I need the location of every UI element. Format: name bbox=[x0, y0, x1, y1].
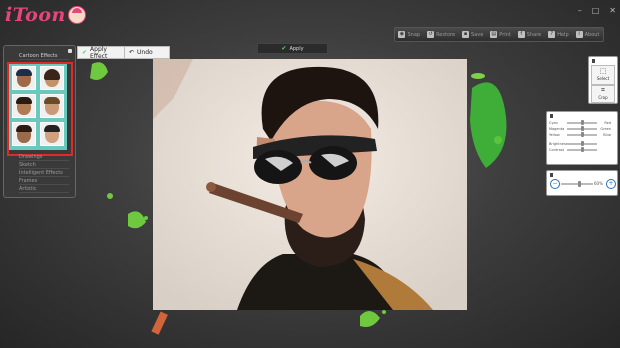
brightness-slider[interactable]: Brightness bbox=[549, 141, 615, 146]
toolbar-label: Save bbox=[471, 31, 484, 38]
color-adjust-panel: Cyan Red Magenta Green Yellow Blue Brigh… bbox=[546, 111, 618, 165]
category-cartoon-effects[interactable]: Cartoon Effects bbox=[19, 53, 69, 60]
slider-left-label: Brightness bbox=[549, 141, 568, 146]
toolbar-label: Snap bbox=[407, 31, 421, 38]
category-artistic[interactable]: Artistic bbox=[19, 186, 69, 193]
slider-knob[interactable] bbox=[580, 120, 584, 125]
print-icon: ▤ bbox=[490, 31, 498, 38]
slider-left-label: Magenta bbox=[549, 126, 565, 131]
crop-tool-button[interactable]: ⌗ Crop bbox=[591, 85, 615, 103]
effect-thumbnail-grid bbox=[9, 64, 67, 150]
toolbar-share-button[interactable]: f Share bbox=[517, 31, 542, 38]
slider-right-label: Red bbox=[604, 120, 611, 125]
close-icon[interactable]: ✕ bbox=[609, 6, 616, 15]
photo-canvas[interactable] bbox=[153, 59, 467, 310]
effect-thumbnail[interactable] bbox=[40, 94, 64, 118]
toolbar-label: About bbox=[584, 31, 600, 38]
app-logo: iToon bbox=[5, 4, 86, 26]
slider-track[interactable] bbox=[567, 141, 597, 146]
camera-icon: ◉ bbox=[398, 31, 406, 38]
slider-track[interactable] bbox=[567, 126, 597, 131]
apply-button[interactable]: ✔ Apply bbox=[257, 43, 328, 54]
crop-label: Crop bbox=[598, 95, 608, 100]
cartoonized-photo bbox=[153, 59, 467, 310]
zoom-slider-knob[interactable] bbox=[578, 181, 581, 187]
help-icon: ? bbox=[548, 31, 556, 38]
logo-face-icon bbox=[67, 6, 86, 24]
select-label: Select bbox=[596, 76, 610, 81]
top-toolbar: ◉ Snap ↺ Restore ▪ Save ▤ Print f Share ? Help… bbox=[394, 27, 604, 42]
zoom-out-icon[interactable]: − bbox=[550, 179, 560, 189]
undo-icon: ↶ bbox=[129, 49, 135, 56]
yellow-blue-slider[interactable]: Yellow Blue bbox=[549, 132, 615, 137]
slider-left-label: Contrast bbox=[549, 147, 564, 152]
slider-left-label: Yellow bbox=[549, 132, 560, 137]
window-controls: – □ ✕ bbox=[578, 6, 616, 15]
pin-icon[interactable] bbox=[592, 59, 595, 63]
slider-knob[interactable] bbox=[580, 147, 584, 152]
toolbar-label: Restore bbox=[436, 31, 456, 38]
slider-knob[interactable] bbox=[580, 141, 584, 146]
slider-knob[interactable] bbox=[580, 126, 584, 131]
toolbar-print-button[interactable]: ▤ Print bbox=[490, 31, 511, 38]
slider-right-label: Green bbox=[600, 126, 611, 131]
pin-icon[interactable] bbox=[550, 114, 553, 118]
effect-thumbnail[interactable] bbox=[12, 94, 36, 118]
effects-panel: Cartoon Effects Drawings Sketch Intellig… bbox=[3, 45, 76, 198]
restore-icon: ↺ bbox=[427, 31, 435, 38]
undo-label: Undo bbox=[137, 49, 153, 56]
apply-label: Apply bbox=[289, 45, 304, 52]
maximize-icon[interactable]: □ bbox=[592, 6, 600, 15]
crop-icon: ⌗ bbox=[601, 86, 605, 94]
toolbar-label: Print bbox=[499, 31, 511, 38]
zoom-panel: − 60% + bbox=[546, 170, 618, 196]
check-icon: ✔ bbox=[281, 45, 287, 52]
save-icon: ▪ bbox=[462, 31, 470, 38]
toolbar-label: Share bbox=[526, 31, 542, 38]
toolbar-save-button[interactable]: ▪ Save bbox=[462, 31, 483, 38]
zoom-slider[interactable] bbox=[561, 181, 593, 187]
slider-track[interactable] bbox=[567, 120, 597, 125]
effect-thumbnail[interactable] bbox=[12, 122, 36, 146]
slider-left-label: Cyan bbox=[549, 120, 558, 125]
pin-icon[interactable] bbox=[550, 173, 553, 177]
select-icon: ⬚ bbox=[599, 67, 607, 75]
effect-thumbnail[interactable] bbox=[12, 66, 36, 90]
zoom-in-icon[interactable]: + bbox=[606, 179, 616, 189]
toolbar-help-button[interactable]: ? Help bbox=[548, 31, 569, 38]
category-sketch[interactable]: Sketch bbox=[19, 162, 69, 169]
check-icon: ✔ bbox=[82, 49, 88, 56]
about-icon: i bbox=[575, 31, 583, 38]
facebook-icon: f bbox=[517, 31, 525, 38]
contrast-slider[interactable]: Contrast bbox=[549, 147, 615, 152]
category-drawings[interactable]: Drawings bbox=[19, 154, 69, 161]
toolbar-label: Help bbox=[557, 31, 569, 38]
undo-button[interactable]: ↶ Undo bbox=[124, 46, 170, 59]
apply-effect-button[interactable]: ✔ Apply Effect bbox=[77, 45, 126, 60]
zoom-value: 60% bbox=[594, 181, 603, 186]
tools-panel: ⬚ Select ⌗ Crop bbox=[588, 56, 618, 104]
toolbar-about-button[interactable]: i About bbox=[575, 31, 600, 38]
app-logo-text: iToon bbox=[5, 4, 66, 26]
slider-right-label: Blue bbox=[603, 132, 611, 137]
slider-track[interactable] bbox=[567, 132, 597, 137]
slider-knob[interactable] bbox=[580, 132, 584, 137]
category-frames[interactable]: Frames bbox=[19, 178, 69, 185]
effect-thumbnail[interactable] bbox=[40, 122, 64, 146]
category-intelligent-effects[interactable]: Intelligent Effects bbox=[19, 170, 69, 177]
cyan-red-slider[interactable]: Cyan Red bbox=[549, 120, 615, 125]
slider-track[interactable] bbox=[567, 147, 597, 152]
select-tool-button[interactable]: ⬚ Select bbox=[591, 65, 615, 85]
minimize-icon[interactable]: – bbox=[578, 6, 582, 15]
apply-effect-label: Apply Effect bbox=[90, 45, 108, 60]
toolbar-snap-button[interactable]: ◉ Snap bbox=[398, 31, 420, 38]
effect-thumbnail[interactable] bbox=[40, 66, 64, 90]
magenta-green-slider[interactable]: Magenta Green bbox=[549, 126, 615, 131]
toolbar-restore-button[interactable]: ↺ Restore bbox=[427, 31, 455, 38]
